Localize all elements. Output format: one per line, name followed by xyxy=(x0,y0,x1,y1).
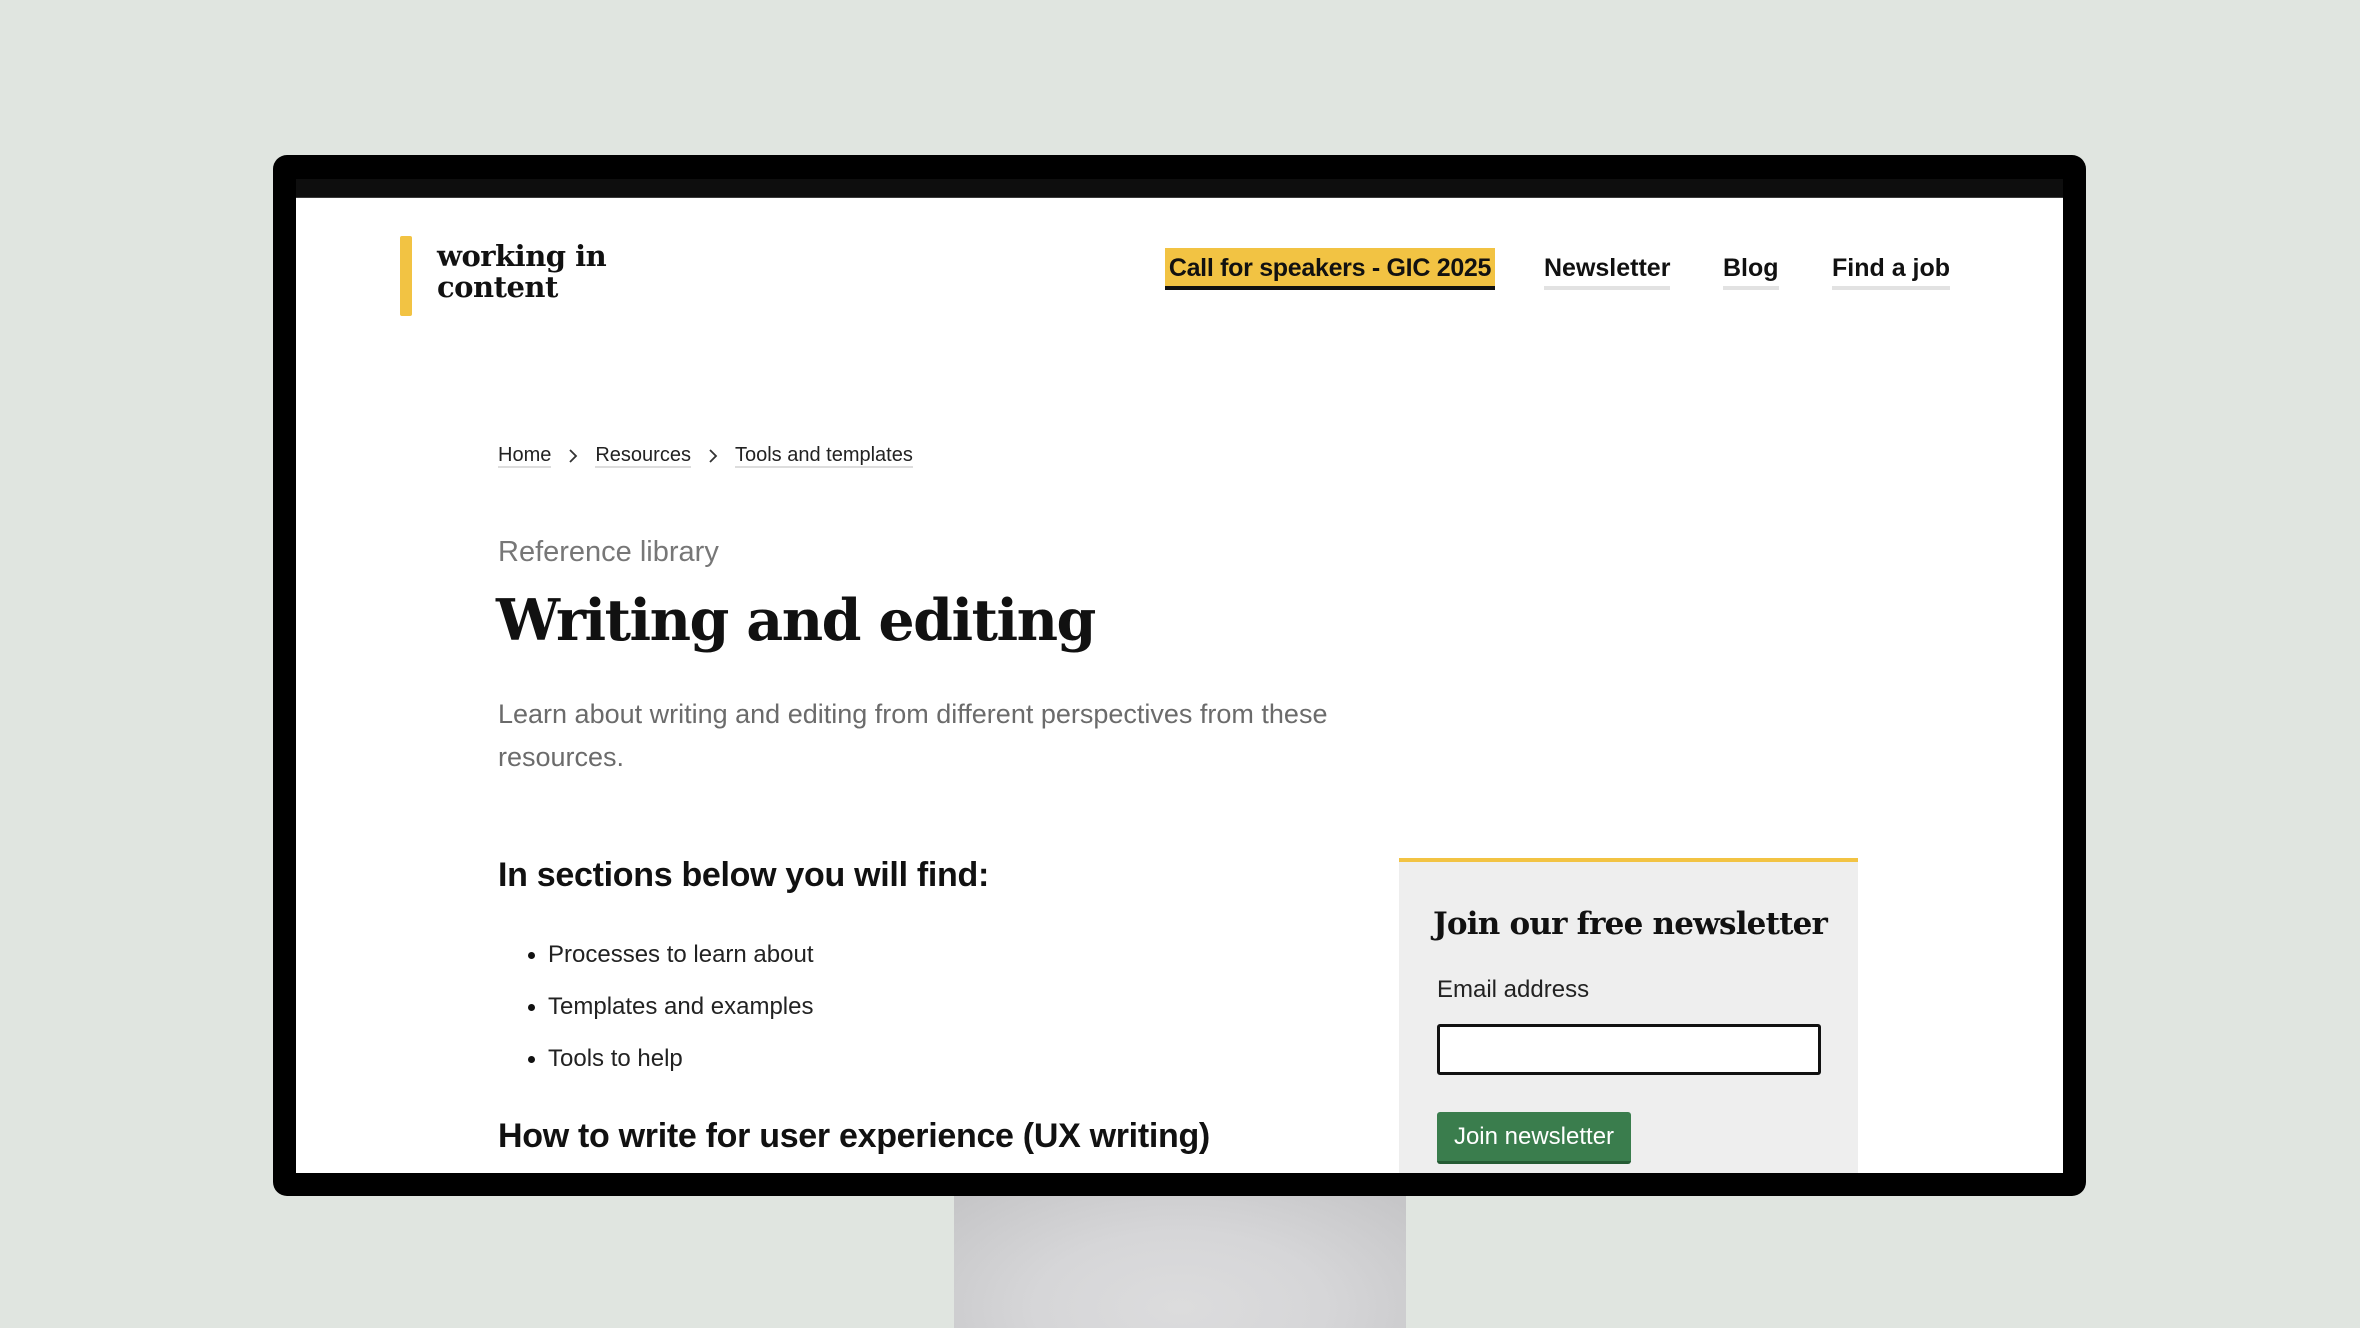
nav-newsletter[interactable]: Newsletter xyxy=(1544,248,1671,290)
screen-top-bar xyxy=(296,179,2063,198)
nav-find-a-job[interactable]: Find a job xyxy=(1832,248,1951,290)
chevron-right-icon xyxy=(551,445,595,468)
newsletter-title: Join our free newsletter xyxy=(1433,906,1828,942)
list-item: Templates and examples xyxy=(498,981,814,1033)
list-item-text: Templates and examples xyxy=(548,993,814,1020)
join-newsletter-button[interactable]: Join newsletter xyxy=(1437,1112,1631,1164)
monitor-stand xyxy=(954,1190,1406,1328)
browser-viewport: working in content Call for speakers - G… xyxy=(296,179,2063,1173)
bullet-icon xyxy=(528,1056,535,1063)
chevron-right-icon xyxy=(691,445,735,468)
list-item: Tools to help xyxy=(498,1033,814,1085)
sections-list: Processes to learn about Templates and e… xyxy=(498,929,814,1085)
breadcrumb-home[interactable]: Home xyxy=(498,444,552,468)
breadcrumb-tools-and-templates[interactable]: Tools and templates xyxy=(734,444,913,468)
email-label: Email address xyxy=(1437,976,1590,1003)
bullet-icon xyxy=(528,952,535,959)
page-lead: Learn about writing and editing from dif… xyxy=(498,699,1328,772)
sections-heading: In sections below you will find: xyxy=(498,856,989,894)
page-title: Writing and editing xyxy=(496,587,1096,654)
list-item-text: Tools to help xyxy=(548,1045,683,1072)
ux-writing-heading: How to write for user experience (UX wri… xyxy=(498,1117,1210,1155)
bullet-icon xyxy=(528,1004,535,1011)
page-eyebrow: Reference library xyxy=(498,536,719,568)
newsletter-signup: Join our free newsletter Email address J… xyxy=(1399,858,1858,1173)
main-nav: Call for speakers - GIC 2025 Newsletter … xyxy=(296,248,2063,292)
breadcrumb-resources[interactable]: Resources xyxy=(595,444,691,468)
email-field[interactable] xyxy=(1437,1024,1821,1075)
nav-blog[interactable]: Blog xyxy=(1723,248,1779,290)
breadcrumb: Home Resources Tools and templates xyxy=(498,444,913,468)
list-item: Processes to learn about xyxy=(498,929,814,981)
nav-call-for-speakers[interactable]: Call for speakers - GIC 2025 xyxy=(1165,248,1495,290)
list-item-text: Processes to learn about xyxy=(548,941,814,968)
